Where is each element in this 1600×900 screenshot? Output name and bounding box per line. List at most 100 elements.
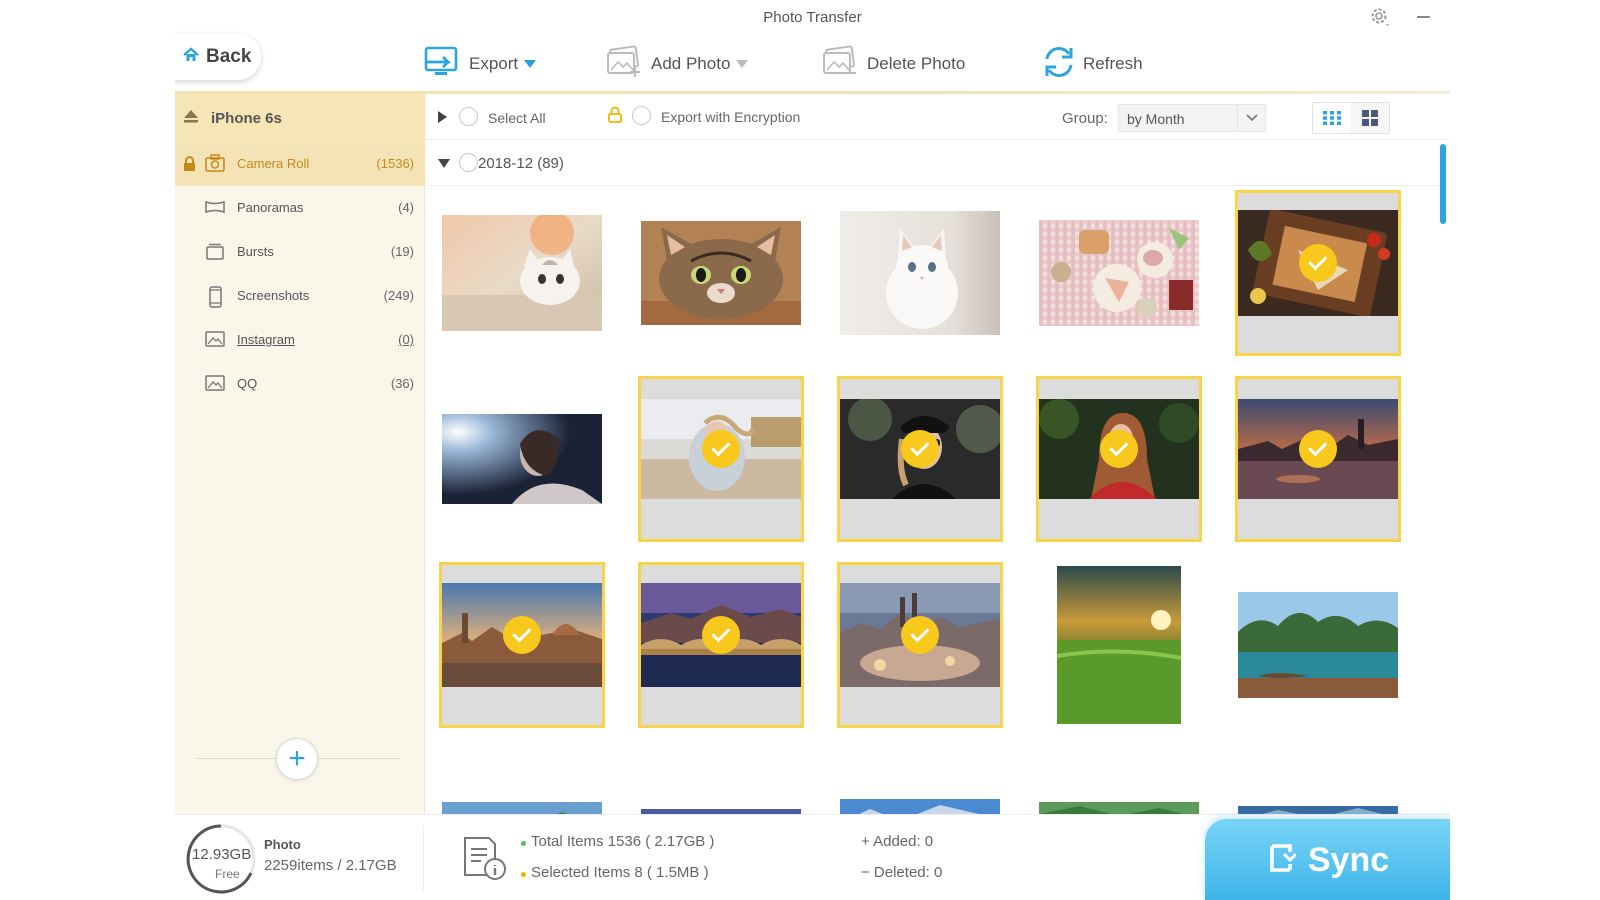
group-select-value: by Month [1127,111,1185,127]
photo-thumbnail-selected[interactable] [439,562,605,728]
select-all-label: Select All [488,110,546,126]
refresh-button[interactable]: Refresh [1041,44,1143,84]
storage-size: 12.93GB [192,846,252,863]
group-header: 2018-12 (89) [426,140,1450,186]
group-select[interactable]: by Month [1118,104,1266,132]
sidebar-item-bursts[interactable]: Bursts (19) [175,230,425,274]
export-label: Export [469,54,519,73]
storage-free-label: Free [215,867,240,881]
total-items-dot [521,841,526,846]
photo-thumbnail[interactable] [1235,562,1401,728]
album-name: Bursts [237,244,274,259]
delete-photo-label: Delete Photo [867,54,966,73]
panorama-icon [205,198,225,221]
title-bar: Photo Transfer [175,0,1450,34]
eject-icon[interactable] [183,109,199,128]
export-encryption-checkbox[interactable] [632,106,651,125]
sidebar-item-panoramas[interactable]: Panoramas (4) [175,186,425,230]
add-photo-icon [605,45,645,84]
sidebar-item-instagram[interactable]: Instagram (0) [175,318,425,362]
album-count: (19) [390,244,414,259]
photo-image [1238,805,1398,814]
added-count-text: + Added: 0 [861,833,934,850]
photo-thumbnail[interactable] [439,190,605,356]
photo-thumbnail-selected[interactable] [638,376,804,542]
settings-gear-icon[interactable] [1368,5,1392,29]
delete-photo-button[interactable]: Delete Photo [821,44,965,84]
total-items-text: Total Items 1536 ( 2.17GB ) [531,833,715,850]
chevron-down-icon[interactable] [1237,105,1265,131]
album-count: (4) [398,200,414,215]
small-grid-view-icon[interactable] [1313,103,1351,133]
photo-image [442,802,602,814]
status-bar: 12.93GB Free Photo 2259items / 2.17GB To… [175,814,1450,900]
sidebar: iPhone 6s Camera Roll (1536) Panoramas (… [175,94,425,814]
options-bar: Select All Export with Encryption Group:… [426,94,1450,140]
photo-thumbnail[interactable] [1036,190,1202,356]
storage-indicator: 12.93GB Free [185,823,257,895]
add-album-button[interactable]: + [276,738,318,780]
export-button[interactable]: Export [423,44,537,84]
sidebar-item-screenshots[interactable]: Screenshots (249) [175,274,425,318]
deleted-count-text: − Deleted: 0 [861,864,943,881]
photo-image [1039,220,1199,326]
collapse-all-toggle-icon[interactable] [438,111,447,123]
album-count: (0) [398,332,414,347]
album-count: (36) [390,376,414,391]
photo-summary-title: Photo [264,837,301,852]
group-checkbox[interactable] [459,153,478,172]
photo-thumbnail-selected[interactable] [638,562,804,728]
photo-thumbnail-selected[interactable] [837,376,1003,542]
photo-grid [426,187,1416,814]
sidebar-item-qq[interactable]: QQ (36) [175,362,425,406]
album-count: (249) [383,288,414,303]
view-toggle [1312,102,1390,134]
photo-summary-detail: 2259items / 2.17GB [264,857,397,874]
grid-scrollbar[interactable] [1440,144,1446,224]
photo-image [442,414,602,504]
refresh-icon [1041,45,1077,84]
album-name: Camera Roll [237,156,310,171]
photo-thumbnail-selected[interactable] [1235,190,1401,356]
photo-thumbnail[interactable] [638,190,804,356]
photo-image [840,211,1000,335]
photo-thumbnail-selected[interactable] [1036,376,1202,542]
album-name: QQ [237,376,258,391]
photo-image [1057,566,1181,724]
export-icon [423,45,463,84]
photo-thumbnail[interactable] [837,190,1003,356]
export-dropdown-icon[interactable] [524,60,537,68]
add-photo-label: Add Photo [651,54,731,73]
photo-thumbnail-selected[interactable] [837,562,1003,728]
add-photo-dropdown-icon[interactable] [736,60,749,68]
photo-thumbnail-selected[interactable] [1235,376,1401,542]
sync-icon [1266,842,1297,879]
image-icon [205,330,225,353]
large-grid-view-icon[interactable] [1351,103,1389,133]
sidebar-item-camera-roll[interactable]: Camera Roll (1536) [175,142,425,186]
device-item[interactable]: iPhone 6s [175,94,425,142]
photo-thumbnail[interactable] [837,749,1003,814]
album-count: (1536) [376,156,414,171]
photo-thumbnail[interactable] [439,749,605,814]
photo-thumbnail[interactable] [439,376,605,542]
photo-image [641,221,801,325]
photo-image [442,215,602,331]
lock-icon [183,156,196,176]
home-icon [183,46,199,68]
photo-thumbnail[interactable] [638,749,804,814]
window-title: Photo Transfer [763,9,862,26]
bursts-icon [205,242,225,265]
select-all-checkbox[interactable] [459,107,478,126]
minimize-button[interactable] [1414,5,1434,29]
photo-thumbnail[interactable] [1235,749,1401,814]
sync-button[interactable]: Sync [1205,819,1450,900]
photo-thumbnail[interactable] [1036,562,1202,728]
export-encryption-label: Export with Encryption [661,109,801,125]
back-button[interactable]: Back [175,34,261,80]
photo-thumbnail[interactable] [1036,749,1202,814]
add-photo-button[interactable]: Add Photo [605,44,749,84]
selected-items-text: Selected Items 8 ( 1.5MB ) [531,864,709,881]
album-name: Instagram [237,332,295,347]
group-collapse-icon[interactable] [438,159,450,168]
